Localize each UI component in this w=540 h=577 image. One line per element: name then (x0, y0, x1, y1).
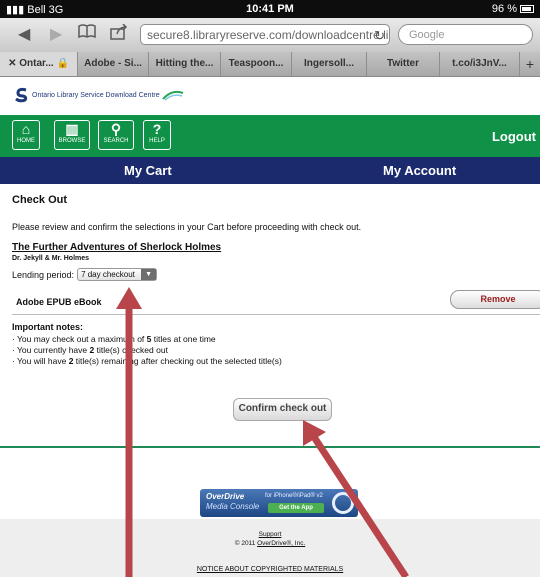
tab-adobe[interactable]: Adobe - Si... (78, 52, 149, 76)
nav-browse-button[interactable]: ▥ BROWSE (54, 120, 90, 150)
my-cart-link[interactable]: My Cart (124, 163, 172, 178)
site-nav-bar: ⌂ HOME ▥ BROWSE ⚲ SEARCH ? HELP Logout (0, 115, 540, 157)
overdrive-link[interactable]: OverDrive®, Inc. (257, 540, 305, 547)
overdrive-app-banner[interactable]: OverDrive Media Console for iPhone®/iPad… (200, 489, 358, 517)
chevron-down-icon: ▼ (141, 269, 157, 280)
get-app-button[interactable]: Get the App (268, 503, 324, 513)
nav-help-button[interactable]: ? HELP (143, 120, 171, 150)
note-remaining-titles: · You will have 2 title(s) remaining aft… (12, 356, 282, 366)
bookmarks-icon[interactable] (78, 24, 96, 43)
book-icon: ▥ (65, 121, 79, 137)
note-max-titles: · You may check out a maximum of 5 title… (12, 334, 216, 344)
site-header: Ontario Library Service Download Centre (0, 77, 540, 115)
back-arrow-icon[interactable]: ◀ (18, 24, 30, 44)
notes-heading: Important notes: (12, 322, 83, 332)
book-author: Dr. Jekyll & Mr. Holmes (12, 255, 90, 262)
clock: 10:41 PM (246, 3, 294, 15)
logout-link[interactable]: Logout (492, 129, 536, 144)
tab-twitter[interactable]: Twitter (367, 52, 440, 76)
close-tab-icon[interactable]: ✕ (8, 58, 19, 69)
battery-indicator: 96 % (492, 3, 534, 15)
new-tab-button[interactable]: + (520, 52, 540, 76)
remove-button[interactable]: Remove (450, 290, 540, 309)
copyright-text: © 2011 OverDrive®, Inc. (234, 540, 306, 547)
home-icon: ⌂ (21, 121, 31, 137)
magnifier-icon: ⚲ (110, 121, 122, 137)
url-text: secure8.libraryreserve.com/downloadcentr… (147, 28, 390, 42)
tab-ingersoll[interactable]: Ingersoll... (292, 52, 367, 76)
status-bar: ▮▮▮ Bell 3G 10:41 PM 96 % (0, 0, 540, 18)
forward-arrow-icon[interactable]: ▶ (50, 24, 62, 44)
address-bar[interactable]: secure8.libraryreserve.com/downloadcentr… (140, 24, 390, 45)
tab-teaspoon[interactable]: Teaspoon... (221, 52, 292, 76)
tab-ontario[interactable]: ✕ Ontar... 🔒 (0, 52, 78, 76)
question-icon: ? (152, 121, 162, 137)
search-input[interactable]: Google (398, 24, 533, 45)
lending-period-row: Lending period: 7 day checkout ▼ (12, 268, 158, 281)
support-link[interactable]: Support (0, 531, 540, 538)
logo-swoosh-icon (161, 90, 183, 101)
reload-icon[interactable]: ↻ (374, 25, 385, 44)
site-logo[interactable]: Ontario Library Service Download Centre (14, 87, 184, 103)
confirm-checkout-button[interactable]: Confirm check out (233, 398, 332, 421)
note-current-titles: · You currently have 2 title(s) checked … (12, 345, 168, 355)
book-title-link[interactable]: The Further Adventures of Sherlock Holme… (12, 242, 221, 253)
copyright-notice-link[interactable]: NOTICE ABOUT COPYRIGHTED MATERIALS (0, 566, 540, 573)
divider (12, 314, 540, 315)
share-icon[interactable] (110, 23, 128, 45)
logo-mark-icon (15, 87, 28, 103)
my-account-link[interactable]: My Account (383, 163, 456, 178)
tab-hitting[interactable]: Hitting the... (149, 52, 221, 76)
tab-tco[interactable]: t.co/i3JnV... (440, 52, 520, 76)
overdrive-logo-icon (332, 492, 354, 514)
account-nav-bar: My Cart My Account (0, 157, 540, 184)
nav-search-button[interactable]: ⚲ SEARCH (98, 120, 134, 150)
instructions-text: Please review and confirm the selections… (12, 222, 362, 232)
divider (0, 446, 540, 448)
tab-strip: ✕ Ontar... 🔒 Adobe - Si... Hitting the..… (0, 52, 540, 77)
page-title: Check Out (12, 194, 68, 206)
nav-home-button[interactable]: ⌂ HOME (12, 120, 40, 150)
lending-period-label: Lending period: (12, 269, 75, 280)
browser-toolbar: ◀ ▶ secure8.libraryreserve.com/downloadc… (0, 18, 540, 53)
footer: Support © 2011 OverDrive®, Inc. NOTICE A… (0, 519, 540, 577)
format-label: Adobe EPUB eBook (16, 297, 102, 307)
lending-period-select[interactable]: 7 day checkout ▼ (77, 268, 158, 281)
battery-icon (520, 5, 534, 13)
